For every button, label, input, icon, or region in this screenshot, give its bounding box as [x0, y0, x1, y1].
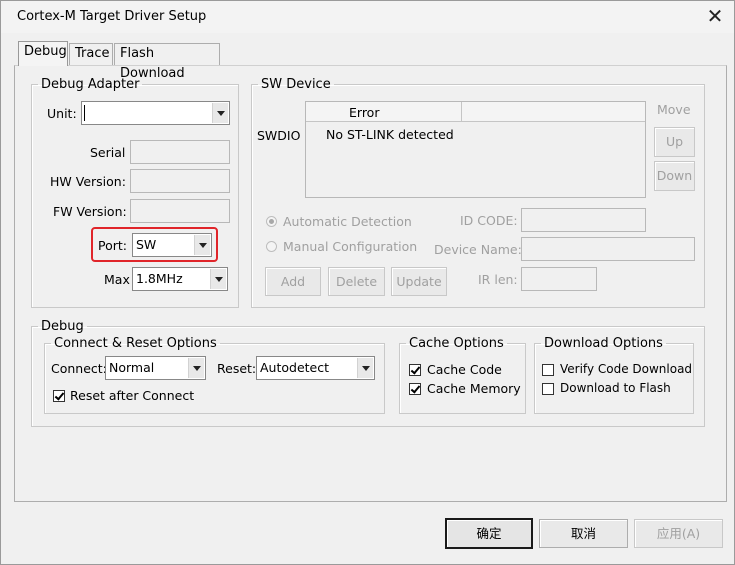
list-row-message: No ST-LINK detected — [326, 127, 454, 142]
add-button[interactable]: Add — [265, 267, 321, 296]
max-clock-combobox[interactable]: 1.8MHz — [132, 267, 228, 291]
device-name-label: Device Name: — [434, 242, 522, 257]
serial-label: Serial — [90, 145, 126, 160]
automatic-detection-label: Automatic Detection — [283, 214, 412, 229]
id-code-field — [521, 208, 646, 232]
chevron-down-icon[interactable] — [188, 358, 204, 378]
chevron-down-icon[interactable] — [212, 103, 228, 123]
cache-memory-checkbox[interactable] — [409, 383, 421, 395]
text-cursor — [84, 105, 85, 121]
list-column-blank — [462, 102, 645, 122]
serial-field — [130, 140, 230, 164]
tab-trace[interactable]: Trace — [69, 43, 113, 65]
manual-configuration-radio[interactable] — [266, 241, 277, 252]
chevron-down-icon[interactable] — [357, 358, 373, 378]
cache-code-checkbox[interactable] — [409, 364, 421, 376]
ir-len-label: IR len: — [478, 272, 518, 287]
dialog-window: Cortex-M Target Driver Setup ✕ Debug Tra… — [0, 0, 735, 565]
fw-version-label: FW Version: — [53, 204, 127, 219]
delete-button[interactable]: Delete — [328, 267, 385, 296]
download-to-flash-checkbox[interactable] — [542, 383, 554, 395]
move-label: Move — [657, 102, 691, 117]
connect-reset-legend: Connect & Reset Options — [54, 336, 217, 351]
hw-version-label: HW Version: — [50, 174, 126, 189]
list-column-error[interactable]: Error — [306, 102, 462, 122]
id-code-label: ID CODE: — [460, 213, 518, 228]
unit-combobox[interactable] — [81, 101, 230, 125]
chevron-down-icon[interactable] — [210, 269, 226, 289]
window-title: Cortex-M Target Driver Setup — [17, 9, 207, 24]
connect-combobox[interactable]: Normal — [105, 356, 206, 380]
unit-label: Unit: — [47, 106, 77, 121]
download-options-legend: Download Options — [544, 336, 663, 351]
update-button[interactable]: Update — [391, 267, 447, 296]
sw-device-legend: SW Device — [261, 77, 331, 92]
move-up-button[interactable]: Up — [654, 127, 695, 157]
tab-debug[interactable]: Debug — [18, 41, 68, 66]
debug-legend: Debug — [41, 319, 84, 334]
cache-memory-label: Cache Memory — [427, 381, 521, 396]
port-highlight-box — [91, 227, 218, 262]
tab-flash-download[interactable]: Flash Download — [114, 43, 220, 81]
reset-after-connect-checkbox[interactable] — [53, 390, 65, 402]
cancel-button[interactable]: 取消 — [539, 519, 628, 548]
close-icon[interactable]: ✕ — [697, 1, 733, 33]
title-bar[interactable]: Cortex-M Target Driver Setup ✕ — [1, 1, 734, 33]
apply-button[interactable]: 应用(A) — [634, 519, 723, 548]
sw-device-list[interactable]: Error No ST-LINK detected — [305, 101, 646, 198]
ok-button[interactable]: 确定 — [445, 518, 533, 549]
reset-label: Reset: — [217, 361, 257, 376]
verify-code-download-checkbox[interactable] — [542, 364, 554, 376]
debug-adapter-legend: Debug Adapter — [41, 77, 140, 92]
ir-len-field — [521, 267, 597, 291]
cache-options-legend: Cache Options — [409, 336, 504, 351]
hw-version-field — [130, 169, 230, 193]
device-name-field — [521, 237, 695, 261]
manual-configuration-label: Manual Configuration — [283, 239, 418, 254]
automatic-detection-radio[interactable] — [266, 216, 277, 227]
verify-code-download-label: Verify Code Download — [560, 362, 693, 376]
reset-after-connect-label: Reset after Connect — [70, 388, 195, 403]
swdio-label: SWDIO — [257, 128, 301, 143]
connect-label: Connect: — [51, 361, 107, 376]
move-down-button[interactable]: Down — [654, 161, 695, 191]
cache-code-label: Cache Code — [427, 362, 502, 377]
download-to-flash-label: Download to Flash — [560, 381, 671, 395]
fw-version-field — [130, 199, 230, 223]
max-label: Max — [104, 272, 130, 287]
reset-combobox[interactable]: Autodetect — [256, 356, 375, 380]
